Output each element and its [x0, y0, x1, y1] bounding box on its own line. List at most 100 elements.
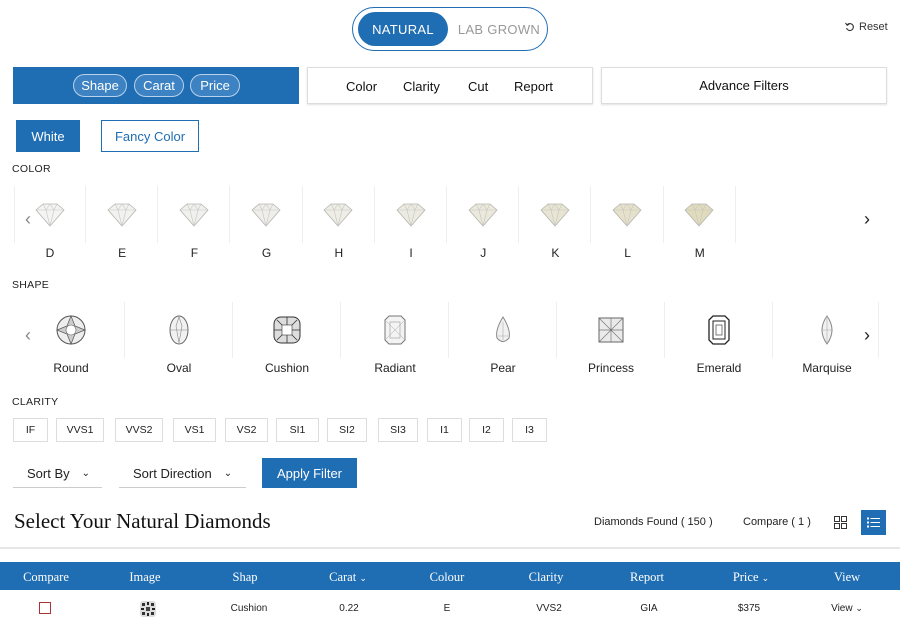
shape-option-cushion[interactable] [233, 302, 341, 358]
clarity-option-i3[interactable]: I3 [512, 418, 547, 442]
compare-checkbox[interactable] [39, 602, 51, 614]
tab-carat[interactable]: Carat [134, 74, 184, 97]
shape-label-round: Round [53, 361, 89, 375]
diamond-icon [179, 202, 209, 227]
radiant-shape-icon [384, 315, 405, 345]
table-header: Compare Image Shap Carat ⌄ Colour Clarit… [0, 562, 900, 590]
shape-next-arrow[interactable]: › [864, 325, 870, 346]
clarity-option-if[interactable]: IF [13, 418, 48, 442]
fancy-color-button[interactable]: Fancy Color [101, 120, 199, 152]
round-shape-icon [55, 315, 86, 345]
shape-label-pear: Pear [490, 361, 516, 375]
color-swatch-i[interactable] [375, 186, 447, 243]
clarity-option-si1[interactable]: SI1 [276, 418, 319, 442]
color-swatch-l[interactable] [592, 186, 664, 243]
color-label-k: K [551, 246, 560, 260]
color-swatch-f[interactable] [158, 186, 231, 243]
secondary-filter-tabs: Color Clarity Cut Report [307, 67, 593, 104]
list-view-icon [867, 517, 880, 528]
shape-option-round[interactable] [17, 302, 125, 358]
color-swatch-k[interactable] [519, 186, 592, 243]
lab-grown-tab[interactable]: LAB GROWN [453, 12, 545, 46]
shape-option-emerald[interactable] [665, 302, 773, 358]
header-clarity: Clarity [528, 570, 564, 584]
list-view-button[interactable] [861, 510, 886, 535]
row-clarity: VVS2 [536, 603, 562, 614]
clarity-option-si3[interactable]: SI3 [378, 418, 418, 442]
header-image: Image [129, 570, 161, 584]
clarity-option-vvs2[interactable]: VVS2 [115, 418, 163, 442]
diamonds-found-count: Diamonds Found ( 150 ) [594, 516, 713, 528]
header-price[interactable]: Price ⌄ [718, 570, 784, 585]
header-carat-label: Carat [329, 570, 357, 584]
color-section-label: COLOR [12, 163, 51, 175]
tab-report[interactable]: Report [514, 79, 553, 94]
color-label-e: E [118, 246, 127, 260]
tab-color[interactable]: Color [346, 79, 377, 94]
white-button[interactable]: White [16, 120, 80, 152]
shape-label-emerald: Emerald [696, 361, 742, 375]
row-colour: E [443, 603, 451, 614]
color-swatch-g[interactable] [231, 186, 303, 243]
shape-option-pear[interactable] [449, 302, 557, 358]
diamond-icon [612, 202, 642, 227]
natural-lab-toggle: NATURAL LAB GROWN [352, 7, 548, 51]
shape-row-end-divider [878, 302, 879, 358]
compare-link[interactable]: Compare ( 1 ) [743, 516, 811, 528]
diamond-icon [323, 202, 353, 227]
color-label-d: D [45, 246, 55, 260]
color-next-arrow[interactable]: › [864, 209, 870, 230]
header-carat[interactable]: Carat ⌄ [318, 570, 378, 585]
tab-price[interactable]: Price [190, 74, 240, 97]
color-swatch-h[interactable] [303, 186, 375, 243]
color-label-h: H [334, 246, 344, 260]
shape-option-oval[interactable] [125, 302, 233, 358]
diamond-thumbnail-icon [140, 601, 156, 617]
tab-cut[interactable]: Cut [468, 79, 488, 94]
clarity-option-vvs1[interactable]: VVS1 [56, 418, 104, 442]
clarity-option-i1[interactable]: I1 [427, 418, 462, 442]
sort-direction-select[interactable]: Sort Direction ⌄ [119, 459, 246, 488]
header-report: Report [629, 570, 665, 584]
color-label-m: M [694, 246, 705, 260]
color-swatch-e[interactable] [86, 186, 159, 243]
row-view-button[interactable]: View ⌄ [817, 603, 877, 614]
advance-filters-tab[interactable]: Advance Filters [601, 67, 887, 104]
cushion-shape-icon [273, 316, 300, 344]
diamond-icon [468, 202, 498, 227]
shape-option-princess[interactable] [557, 302, 665, 358]
marquise-shape-icon [821, 315, 833, 345]
sort-by-select[interactable]: Sort By ⌄ [13, 459, 102, 488]
row-carat: 0.22 [339, 603, 359, 614]
shape-section-label: SHAPE [12, 279, 50, 291]
chevron-down-icon: ⌄ [223, 467, 233, 479]
clarity-option-i2[interactable]: I2 [469, 418, 504, 442]
grid-view-icon[interactable] [834, 516, 847, 529]
chevron-down-icon: ⌄ [761, 573, 770, 583]
diamond-icon [251, 202, 281, 227]
emerald-shape-icon [707, 315, 730, 345]
clarity-option-vs1[interactable]: VS1 [173, 418, 216, 442]
clarity-option-vs2[interactable]: VS2 [225, 418, 268, 442]
reset-button[interactable]: Reset [845, 21, 888, 33]
clarity-section-label: CLARITY [12, 396, 59, 408]
natural-tab[interactable]: NATURAL [358, 12, 448, 46]
color-swatch-d[interactable] [14, 186, 86, 243]
color-swatch-m[interactable] [664, 186, 736, 243]
diamond-icon [684, 202, 714, 227]
shape-option-radiant[interactable] [341, 302, 449, 358]
pear-shape-icon [495, 316, 510, 342]
tab-clarity[interactable]: Clarity [403, 79, 440, 94]
clarity-option-si2[interactable]: SI2 [327, 418, 367, 442]
chevron-down-icon: ⌄ [81, 467, 91, 479]
reset-label: Reset [859, 21, 888, 33]
apply-filter-button[interactable]: Apply Filter [262, 458, 357, 488]
tab-shape[interactable]: Shape [73, 74, 127, 97]
diamond-icon [107, 202, 137, 227]
chevron-down-icon: ⌄ [359, 573, 367, 583]
chevron-down-icon: ⌄ [855, 603, 863, 613]
color-swatch-j[interactable] [447, 186, 520, 243]
color-label-f: F [190, 246, 199, 260]
row-report: GIA [640, 603, 658, 614]
row-shape: Cushion [230, 603, 268, 614]
